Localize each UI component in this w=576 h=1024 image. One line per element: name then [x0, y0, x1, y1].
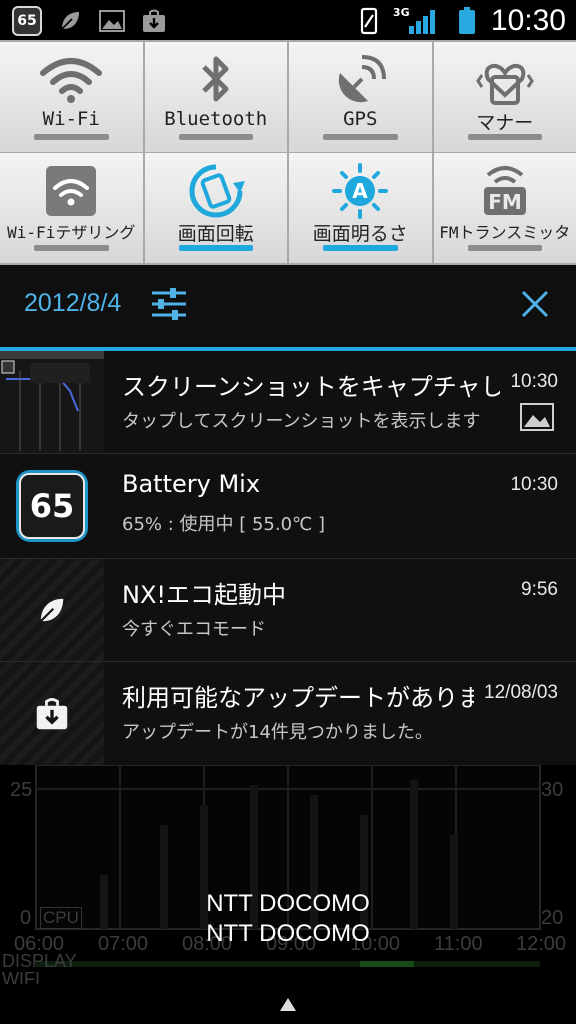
date-header: 2012/8/4: [0, 265, 576, 347]
image-icon: [520, 403, 554, 435]
brightness-toggle[interactable]: A 画面明るさ: [289, 153, 432, 263]
notification-time: 9:56: [521, 579, 558, 600]
notification-time: 12/08/03: [484, 682, 558, 703]
wifi-label: Wi-Fi: [42, 108, 100, 130]
carrier-label-2: NTT DOCOMO: [206, 920, 370, 947]
manner-mode-state-bar: [467, 134, 542, 140]
gps-satellite-icon: [289, 52, 432, 108]
fm-transmitter-icon: FM: [434, 163, 576, 219]
screenshot-thumbnail: [0, 351, 104, 453]
carrier-label-1: NTT DOCOMO: [206, 890, 370, 917]
notification-eco[interactable]: NX!エコ起動中 今すぐエコモード 9:56: [0, 559, 576, 662]
leaf-icon: [56, 7, 84, 35]
panel-handle[interactable]: [0, 984, 576, 1024]
gps-toggle[interactable]: GPS: [289, 42, 432, 152]
manner-mode-icon: [434, 52, 576, 108]
fm-transmitter-label: FMトランスミッタ: [439, 223, 571, 242]
brightness-auto-icon: A: [289, 163, 432, 219]
notification-subtitle: 65% : 使用中 [ 55.0℃ ]: [122, 514, 326, 535]
wifi-toggle[interactable]: Wi-Fi: [0, 42, 143, 152]
3g-signal-icon: 3G: [393, 6, 443, 36]
brightness-label: 画面明るさ: [312, 223, 408, 245]
phone-vibrate-icon: [355, 7, 383, 35]
notification-time: 10:30: [510, 371, 558, 392]
leaf-icon: [0, 559, 104, 661]
notification-screenshot[interactable]: スクリーンショットをキャプチャしました タップしてスクリーンショットを表示します…: [0, 351, 576, 454]
wifi-icon: [0, 52, 143, 108]
manner-mode-label: マナー: [476, 112, 534, 134]
svg-text:A: A: [353, 179, 369, 203]
notification-subtitle: 今すぐエコモード: [122, 619, 266, 640]
notification-subtitle: タップしてスクリーンショットを表示します: [122, 411, 481, 432]
battery-badge-text: 65: [17, 13, 37, 29]
battery-mix-65-icon: 65: [0, 454, 104, 558]
y-right-top: 30: [541, 779, 564, 801]
signal-bars-icon: [408, 10, 435, 34]
notification-update[interactable]: 利用可能なアップデートがあります アップデートが14件見つかりました。 12/0…: [0, 662, 576, 766]
screen-rotate-toggle[interactable]: 画面回転: [144, 153, 288, 263]
notification-title: スクリーンショットをキャプチャしました: [122, 373, 500, 401]
download-icon: [0, 662, 104, 765]
bluetooth-toggle[interactable]: Bluetooth: [144, 42, 288, 152]
wifi-tethering-icon: [0, 163, 143, 219]
battery-mix-65-icon: 65: [12, 6, 42, 36]
battery-badge: 65: [19, 473, 85, 539]
fm-transmitter-state-bar: [467, 245, 542, 251]
fm-transmitter-toggle[interactable]: FM FMトランスミッタ: [433, 153, 576, 263]
y-left-top: 25: [10, 779, 33, 801]
sliders-icon[interactable]: [150, 286, 188, 326]
screen-rotate-state-bar: [178, 245, 253, 251]
up-arrow-icon: [280, 998, 296, 1011]
bluetooth-icon: [145, 52, 288, 108]
download-icon: [140, 7, 168, 35]
notification-title: NX!エコ起動中: [122, 581, 287, 609]
status-bar: 65 3G 10:30: [0, 0, 576, 40]
image-icon: [98, 7, 126, 35]
close-icon[interactable]: [520, 289, 550, 323]
wifi-state-bar: [34, 134, 109, 140]
notification-title: 利用可能なアップデートがあります: [122, 684, 474, 712]
bluetooth-state-bar: [178, 134, 253, 140]
date-label: 2012/8/4: [24, 289, 122, 317]
gps-label: GPS: [343, 108, 378, 130]
screen-rotate-icon: [145, 163, 288, 219]
notification-subtitle: アップデートが14件見つかりました。: [122, 722, 433, 743]
svg-text:FM: FM: [488, 190, 522, 214]
wifi-tethering-toggle[interactable]: Wi-Fiテザリング: [0, 153, 143, 263]
gps-state-bar: [323, 134, 398, 140]
notification-time: 10:30: [510, 474, 558, 495]
bluetooth-label: Bluetooth: [164, 108, 268, 130]
background-usage-graph: 25 0 30 20 CPU 06:00 07:00 08:00 09:00 1…: [0, 765, 576, 989]
wifi-tethering-label: Wi-Fiテザリング: [7, 223, 136, 242]
notification-title: Battery Mix: [122, 470, 261, 498]
brightness-state-bar: [323, 245, 398, 251]
quick-settings-panel: Wi-Fi Bluetooth GPS マナー Wi-Fiテザリング 画面回転 …: [0, 40, 576, 265]
screen-rotate-label: 画面回転: [177, 223, 254, 245]
manner-mode-toggle[interactable]: マナー: [433, 42, 576, 152]
notification-battery-mix[interactable]: 65 Battery Mix 65% : 使用中 [ 55.0℃ ] 10:30: [0, 454, 576, 559]
wifi-tethering-state-bar: [34, 245, 109, 251]
battery-icon: [453, 7, 481, 35]
clock-time: 10:30: [490, 4, 566, 37]
